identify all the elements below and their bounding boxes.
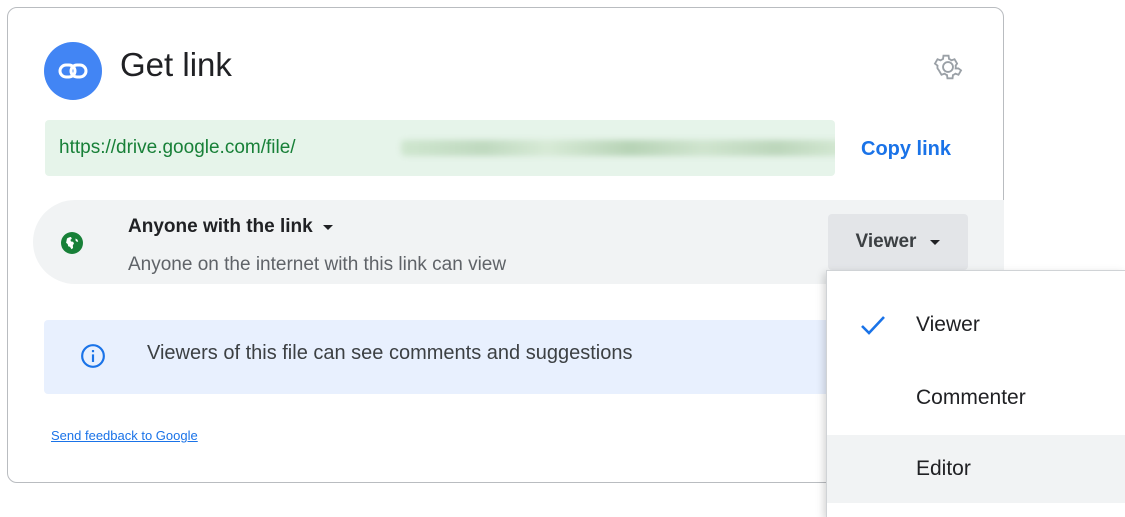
- checkmark-icon: [861, 316, 885, 335]
- link-url-redacted: [401, 140, 835, 156]
- role-option-commenter[interactable]: Commenter: [827, 364, 1125, 432]
- access-scope-dropdown[interactable]: Anyone with the link: [128, 216, 333, 238]
- access-scope-label: Anyone with the link: [128, 216, 313, 237]
- caret-down-icon: [322, 224, 333, 230]
- globe-icon: [61, 232, 83, 254]
- role-label: Viewer: [855, 231, 917, 252]
- role-dropdown-button[interactable]: Viewer: [828, 214, 968, 270]
- role-menu: Viewer Commenter Editor: [826, 270, 1125, 517]
- dialog-title: Get link: [120, 46, 232, 83]
- link-field[interactable]: https://drive.google.com/file/ ..: [45, 120, 835, 176]
- link-url: https://drive.google.com/file/: [59, 137, 296, 158]
- gear-icon[interactable]: [928, 47, 968, 87]
- role-option-label: Commenter: [916, 386, 1026, 409]
- role-option-viewer[interactable]: Viewer: [827, 291, 1125, 359]
- access-description: Anyone on the internet with this link ca…: [128, 254, 507, 275]
- info-icon: [81, 344, 105, 368]
- send-feedback-link[interactable]: Send feedback to Google: [51, 428, 198, 443]
- link-icon: [44, 42, 102, 100]
- copy-link-button[interactable]: Copy link: [861, 138, 951, 161]
- info-text: Viewers of this file can see comments an…: [147, 342, 633, 364]
- role-option-editor[interactable]: Editor: [827, 435, 1125, 503]
- role-option-label: Editor: [916, 457, 971, 480]
- caret-down-icon: [930, 239, 941, 245]
- role-option-label: Viewer: [916, 313, 980, 336]
